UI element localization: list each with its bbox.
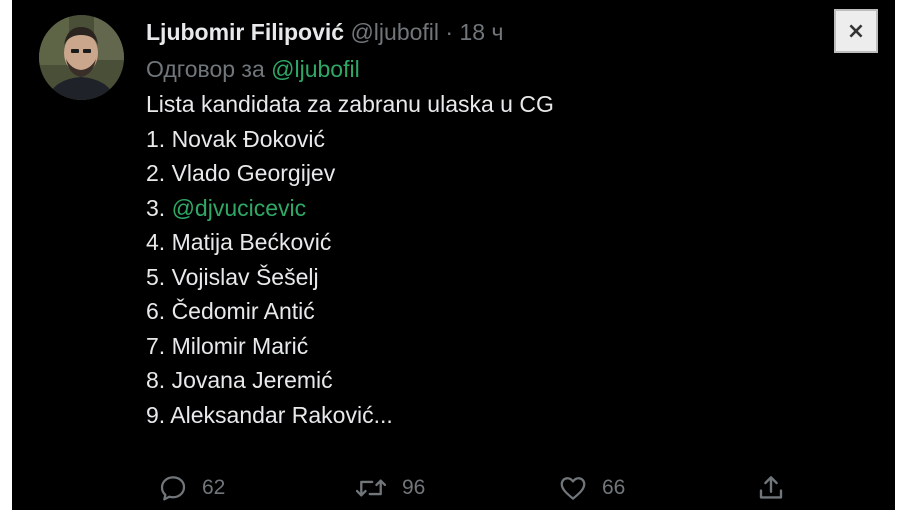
tweet-actions: 62 96 66 [146, 468, 786, 508]
close-button[interactable]: × [834, 9, 878, 53]
retweet-icon [355, 479, 387, 497]
reply-prefix: Одговор за [146, 56, 265, 82]
tweet-text-line: Lista kandidata za zabranu ulaska u CG [146, 91, 554, 117]
tweet-text-line: 8. Jovana Jeremić [146, 367, 333, 393]
tweet-text-line: 5. Vojislav Šešelj [146, 263, 319, 290]
tweet-time[interactable]: 18 ч [459, 19, 503, 45]
tweet-content: Ljubomir Filipović @ljubofil · 18 ч Одго… [146, 12, 835, 432]
share-button[interactable] [756, 468, 786, 508]
tweet-card: Ljubomir Filipović @ljubofil · 18 ч Одго… [12, 0, 895, 510]
avatar[interactable] [39, 15, 124, 100]
tweet-text-line: 6. Čedomir Antić [146, 298, 315, 324]
tweet-text-line: 3. @djvucicevic [146, 191, 835, 226]
reply-count: 62 [202, 476, 226, 499]
tweet-text-line: 1. Novak Đoković [146, 125, 325, 152]
author-handle[interactable]: @ljubofil [350, 19, 439, 45]
like-count: 66 [602, 476, 626, 499]
list-item-mention[interactable]: @djvucicevic [172, 195, 307, 221]
reply-button[interactable]: 62 [158, 468, 225, 508]
avatar-photo [39, 15, 124, 100]
share-icon [759, 476, 783, 499]
tweet-text-line: 4. Matija Bećković [146, 229, 332, 255]
retweet-count: 96 [402, 476, 426, 499]
like-button[interactable]: 66 [558, 468, 625, 508]
reply-to-mention[interactable]: @ljubofil [271, 56, 360, 82]
tweet-text-line: 9. Aleksandar Raković... [146, 401, 393, 428]
retweet-button[interactable]: 96 [354, 468, 425, 508]
header-separator: · [445, 19, 454, 45]
reply-icon [160, 476, 186, 501]
tweet-text-line: 2. Vlado Georgijev [146, 160, 336, 186]
reply-context: Одговор за @ljubofil [146, 52, 835, 87]
close-icon: × [846, 18, 866, 44]
list-item-number: 3. [146, 194, 166, 221]
tweet-header: Ljubomir Filipović @ljubofil · 18 ч [146, 12, 835, 52]
author-name[interactable]: Ljubomir Filipović [146, 19, 344, 45]
heart-icon [560, 477, 586, 500]
tweet-text-line: 7. Milomir Marić [146, 332, 309, 359]
